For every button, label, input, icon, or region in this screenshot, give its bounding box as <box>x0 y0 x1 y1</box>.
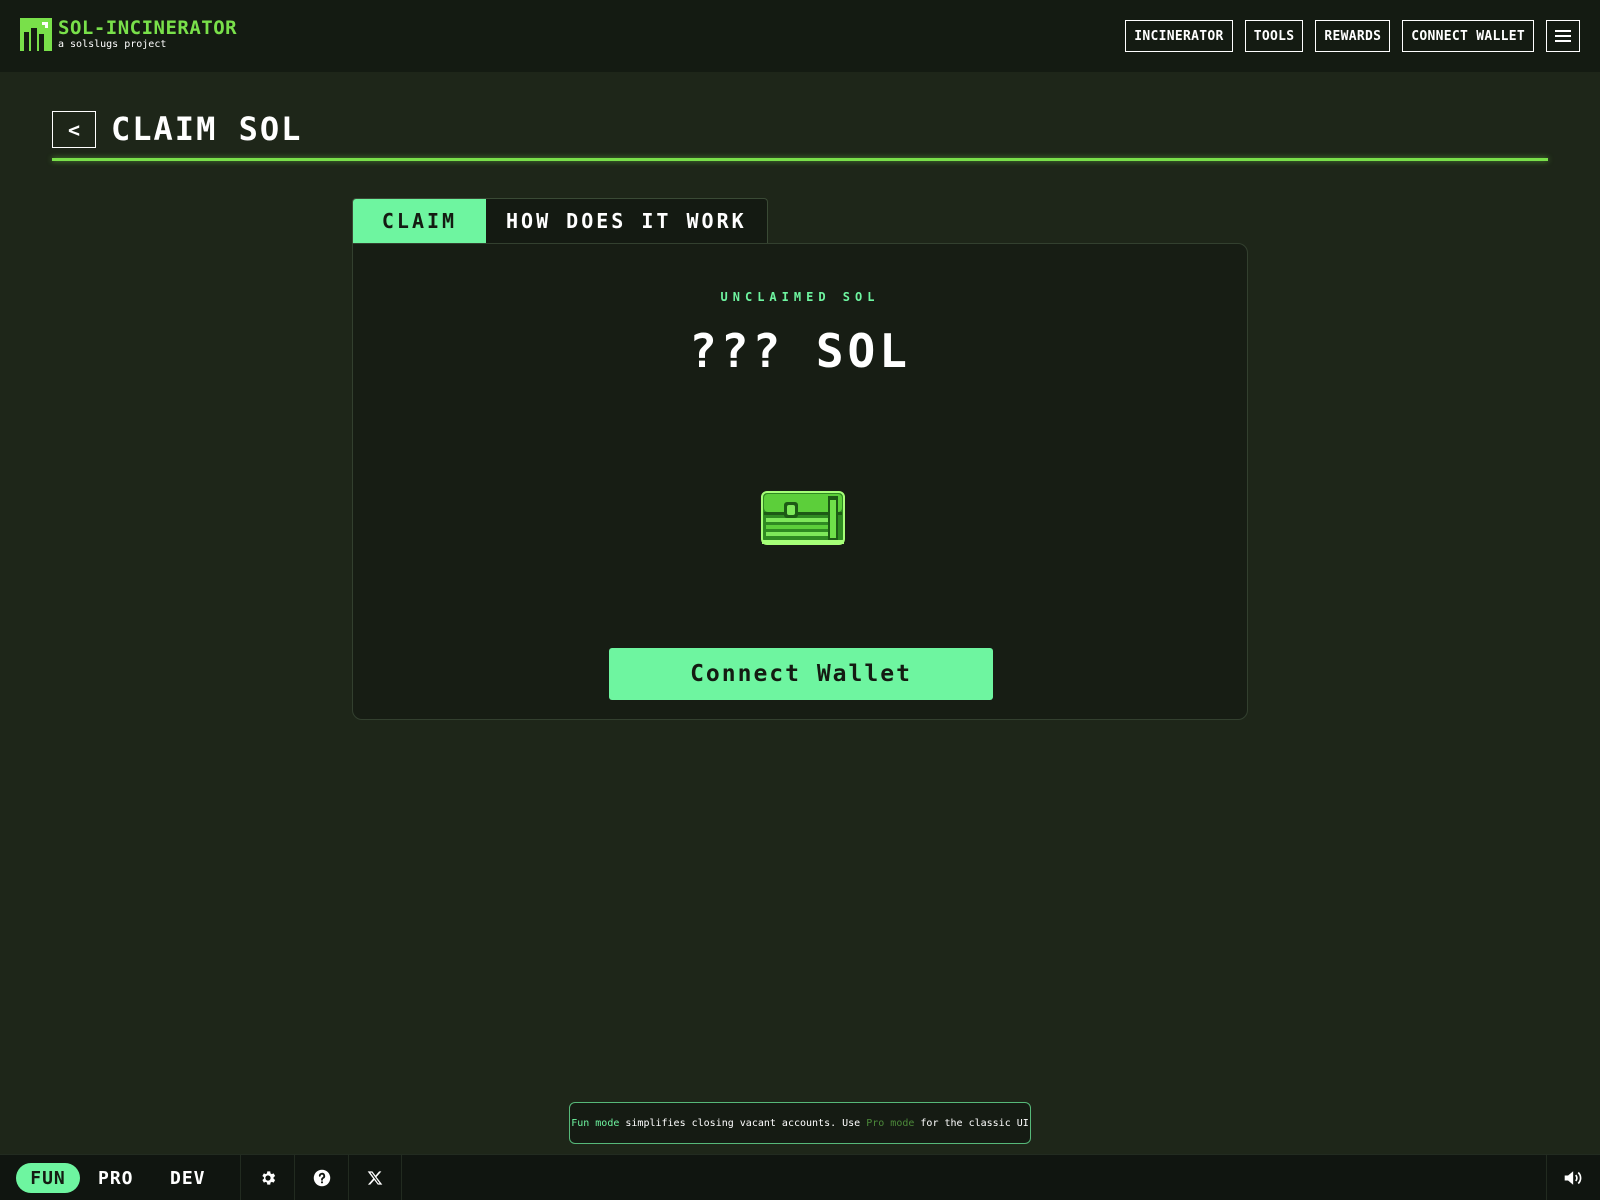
speaker-icon <box>1564 1171 1581 1185</box>
nav-incinerator-button[interactable]: INCINERATOR <box>1125 20 1233 52</box>
help-button[interactable] <box>294 1155 348 1200</box>
nav-tools-button[interactable]: TOOLS <box>1244 20 1304 52</box>
tab-how-does-it-work[interactable]: HOW DOES IT WORK <box>486 199 767 243</box>
help-icon <box>313 1169 330 1187</box>
treasure-chest-icon <box>761 491 845 545</box>
logo-icon <box>20 18 52 51</box>
toast-text: simplifies closing vacant accounts. Use <box>619 1117 867 1129</box>
mode-fun-button[interactable]: FUN <box>16 1163 80 1193</box>
fun-mode-link[interactable]: Fun mode <box>571 1118 619 1129</box>
gear-icon <box>261 1171 275 1185</box>
x-social-button[interactable] <box>348 1155 402 1200</box>
logo-title: SOL-INCINERATOR <box>58 17 238 39</box>
mode-dev-button[interactable]: DEV <box>170 1163 206 1193</box>
unclaimed-label: UNCLAIMED SOL <box>720 290 880 304</box>
nav-connect-wallet-button[interactable]: CONNECT WALLET <box>1402 20 1534 52</box>
mode-pro-button[interactable]: PRO <box>98 1163 134 1193</box>
connect-wallet-button[interactable]: Connect Wallet <box>609 648 993 700</box>
tab-claim[interactable]: CLAIM <box>353 199 486 243</box>
mode-info-toast: Fun mode simplifies closing vacant accou… <box>569 1102 1031 1144</box>
back-button[interactable]: < <box>52 111 96 148</box>
x-logo-icon <box>367 1171 383 1185</box>
hamburger-icon <box>1555 30 1571 42</box>
unclaimed-amount: ??? SOL <box>689 324 911 378</box>
page-title: CLAIM SOL <box>111 110 303 148</box>
logo-subtitle: a solslugs project <box>58 39 167 50</box>
settings-button[interactable] <box>240 1155 294 1200</box>
pro-mode-link[interactable]: Pro mode <box>866 1118 914 1129</box>
top-bar: SOL-INCINERATOR a solslugs project INCIN… <box>0 0 1600 72</box>
logo[interactable]: SOL-INCINERATOR a solslugs project <box>20 18 237 51</box>
sound-toggle-button[interactable] <box>1546 1155 1600 1200</box>
nav-rewards-button[interactable]: REWARDS <box>1315 20 1391 52</box>
top-nav: INCINERATOR TOOLS REWARDS CONNECT WALLET <box>1125 20 1580 52</box>
menu-button[interactable] <box>1546 20 1580 52</box>
toast-text-end: for the classic UI <box>914 1117 1029 1129</box>
claim-card: UNCLAIMED SOL ??? SOL Connect Wallet <box>352 243 1248 720</box>
chevron-left-icon: < <box>67 117 81 142</box>
bottom-bar: FUN PRO DEV <box>0 1154 1600 1200</box>
tab-bar: CLAIM HOW DOES IT WORK <box>352 198 768 243</box>
title-divider <box>52 158 1548 161</box>
